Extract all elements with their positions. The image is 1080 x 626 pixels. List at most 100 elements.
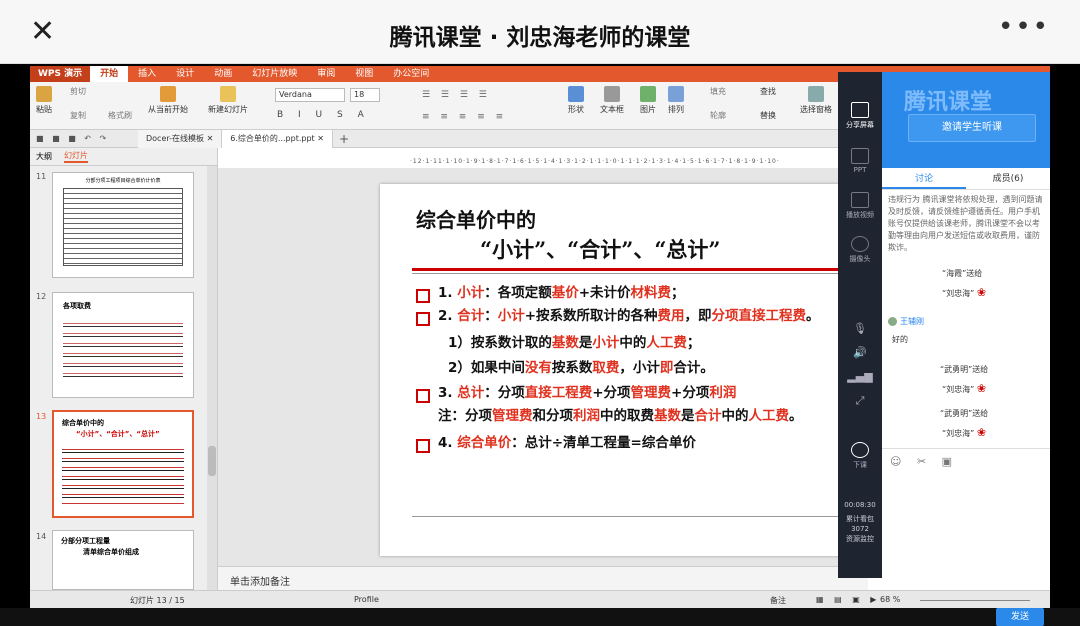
share-screen-button[interactable]: 分享屏幕 <box>838 102 882 130</box>
stats-icon[interactable]: ▂▄▆ <box>838 370 882 383</box>
picture-button[interactable]: 图片 <box>640 86 656 115</box>
tab-discussion[interactable]: 讨论 <box>882 168 966 189</box>
text: +按系数所取计的各种 <box>524 308 658 324</box>
tab-members[interactable]: 成员(6) <box>966 168 1050 189</box>
panel-tabs: 大纲 幻灯片 <box>30 148 217 166</box>
slide-thumbnail-12[interactable]: 各项取费 <box>52 292 194 398</box>
class-sidebar: 分享屏幕 PPT 播放视频 摄像头 🎙 🔊 ▂▄▆ ⤢ 下课 00:08:30 … <box>838 72 882 578</box>
copy-button[interactable]: 复制 <box>70 110 86 121</box>
text: ：各项定额 <box>484 285 552 301</box>
menu-tab-office-space[interactable]: 办公空间 <box>383 66 439 82</box>
highlight: 基数 <box>654 408 681 424</box>
subtitle-sep: 、 <box>633 237 655 262</box>
menu-tab-insert[interactable]: 插入 <box>128 66 166 82</box>
align-buttons[interactable]: ≡ ≡ ≡ ≡ ≡ <box>422 112 507 122</box>
replace-label: 替换 <box>760 111 776 120</box>
text: 是 <box>578 335 593 351</box>
send-button[interactable]: 发送 <box>996 608 1044 626</box>
more-icon[interactable]: ••• <box>998 12 1050 42</box>
camera-label: 摄像头 <box>849 255 871 263</box>
ppt-icon <box>851 148 869 164</box>
textbox-icon <box>604 86 620 102</box>
selection-pane-button[interactable]: 选择窗格 <box>800 86 832 115</box>
fullscreen-icon[interactable]: ⤢ <box>838 394 882 408</box>
text: 合计。 <box>673 360 714 376</box>
slide-thumbnail-11[interactable]: 分部分项工程项目综合单价计价表 <box>52 172 194 278</box>
chat-input[interactable]: ☺ ✂ ▣ 发送 <box>882 448 1050 626</box>
text: ，即 <box>684 308 712 324</box>
new-slide-button[interactable]: 新建幻灯片 <box>208 86 248 115</box>
invite-button[interactable]: 邀请学生听课 <box>908 114 1036 142</box>
text: 按系数 <box>551 360 593 376</box>
menu-tab-review[interactable]: 审阅 <box>307 66 345 82</box>
thumb-text <box>63 317 183 377</box>
play-video-button[interactable]: 播放视频 <box>838 192 882 220</box>
paste-button[interactable]: 粘贴 <box>36 86 52 115</box>
end-class-button[interactable]: 下课 <box>838 442 882 470</box>
text: +未计价 <box>578 285 631 301</box>
doc-tab-docer[interactable]: Docer-在线模板 ✕ <box>138 129 223 148</box>
fill-button[interactable]: 填充 <box>710 86 726 97</box>
slide-thumbnail-14[interactable]: 分部分项工程量 清单综合单价组成 <box>52 530 194 590</box>
format-brush-label: 格式刷 <box>108 111 132 120</box>
end-class-icon <box>851 442 869 458</box>
menu-tab-design[interactable]: 设计 <box>166 66 204 82</box>
bullet-item-2: 2. 合计：小计+按系数所取计的各种费用，即分项直接工程费。 <box>414 305 844 328</box>
note-line: 注：分项管理费和分项利润中的取费基数是合计中的人工费。 <box>414 405 844 428</box>
current-slide[interactable]: 综合单价中的 “小计”、“合计”、“总计” 1. 小计：各项定额基价+未计价材料… <box>380 184 850 556</box>
quick-access-toolbar[interactable]: ■ ■ ■ ↶ ↷ <box>30 134 138 143</box>
notes-field[interactable]: 单击添加备注 <box>218 566 868 590</box>
item-num: 2. <box>438 308 458 324</box>
ppt-button[interactable]: PPT <box>838 148 882 174</box>
thumb-subtitle: “小计”、“合计”、“总计” <box>76 430 160 438</box>
wps-app-button[interactable]: WPS 演示 <box>30 66 91 82</box>
new-tab-icon[interactable]: + <box>333 132 355 146</box>
menu-tab-animation[interactable]: 动画 <box>204 66 242 82</box>
textbox-button[interactable]: 文本框 <box>600 86 624 115</box>
doc-tab-ppt[interactable]: 6.综合单价的...ppt.ppt ✕ <box>222 129 333 148</box>
replace-button[interactable]: 替换 <box>760 110 776 121</box>
format-brush-button[interactable]: 格式刷 <box>108 110 132 121</box>
chat-tools[interactable]: ☺ ✂ ▣ <box>890 455 958 468</box>
thumb-subtitle: 清单综合单价组成 <box>83 548 139 556</box>
tab-slides[interactable]: 幻灯片 <box>64 150 88 163</box>
text: +分项 <box>671 385 710 401</box>
cut-button[interactable]: 剪切 <box>70 86 86 97</box>
format-buttons[interactable]: B I U S A <box>277 110 370 120</box>
menu-tab-home[interactable]: 开始 <box>90 66 129 82</box>
scrollbar-thumb[interactable] <box>208 446 216 476</box>
gift-from: “武勇明”送给 <box>940 409 989 418</box>
font-select[interactable]: Verdana <box>275 88 345 102</box>
brand-logo: 腾讯课堂 <box>904 90 993 115</box>
paragraph-buttons[interactable]: ☰ ☰ ☰ ☰ <box>422 90 491 100</box>
slide-subtitle: “小计”、“合计”、“总计” <box>480 234 721 264</box>
mic-icon[interactable]: 🎙 <box>838 322 882 335</box>
highlight: 人工费 <box>748 408 790 424</box>
highlight: 小计 <box>592 335 620 351</box>
arrange-button[interactable]: 排列 <box>668 86 684 115</box>
slide-thumbnail-13[interactable]: 综合单价中的 “小计”、“合计”、“总计” <box>52 410 194 518</box>
speaker-icon[interactable]: 🔊 <box>838 346 882 359</box>
camera-button[interactable]: 摄像头 <box>838 236 882 264</box>
play-video-icon <box>851 192 869 208</box>
highlight: 即 <box>659 360 674 376</box>
play-from-current-button[interactable]: 从当前开始 <box>148 86 188 115</box>
menu-tab-view[interactable]: 视图 <box>345 66 383 82</box>
panel-scrollbar[interactable] <box>207 166 217 590</box>
menu-tab-slideshow[interactable]: 幻灯片放映 <box>242 66 307 82</box>
text: ； <box>686 335 701 351</box>
shape-button[interactable]: 形状 <box>568 86 584 115</box>
tab-outline[interactable]: 大纲 <box>36 151 52 162</box>
selection-pane-icon <box>808 86 824 102</box>
text: ； <box>671 285 685 301</box>
notes-toggle[interactable]: 备注 <box>770 595 786 606</box>
font-size-select[interactable]: 18 <box>350 88 380 102</box>
stats-label: 累计看包 <box>846 515 874 523</box>
bullet-item-1: 1. 小计：各项定额基价+未计价材料费； <box>414 282 844 305</box>
share-screen-icon <box>851 102 869 118</box>
find-button[interactable]: 查找 <box>760 86 776 97</box>
flower-icon: ❀ <box>976 286 987 299</box>
thumb-number: 11 <box>36 172 47 181</box>
item-key: 小计 <box>457 285 485 301</box>
outline-button[interactable]: 轮廓 <box>710 110 726 121</box>
